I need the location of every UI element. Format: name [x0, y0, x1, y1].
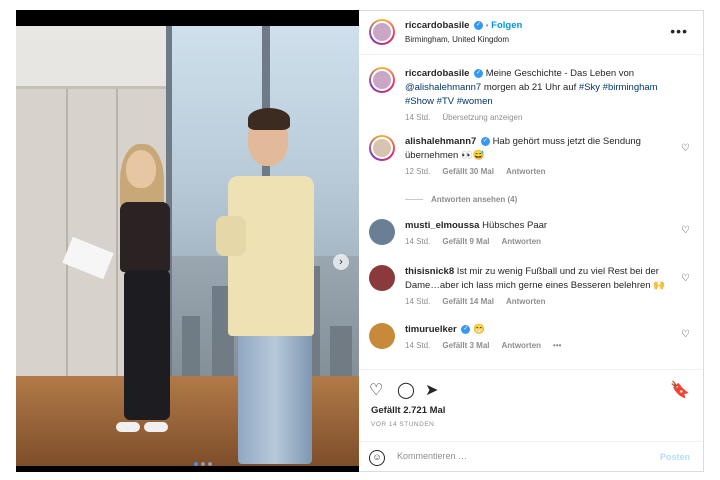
post-header: riccardobasile ✓ • Folgen Birmingham, Un… [359, 11, 702, 55]
caption-hashtags-line2[interactable]: #Show #TV #women [405, 96, 493, 107]
share-icon[interactable]: ➤ [425, 380, 438, 400]
comment-likes[interactable]: Gefällt 3 Mal [442, 341, 489, 350]
verified-icon: ✓ [474, 68, 484, 78]
caption-mention[interactable]: @alishalehmann7 [405, 82, 481, 93]
caption-avatar[interactable] [369, 67, 395, 93]
verified-icon: ✓ [480, 136, 490, 146]
comment-time: 14 Std. [405, 237, 431, 246]
comment-likes[interactable]: Gefällt 14 Mal [442, 297, 494, 306]
verified-icon: ✓ [461, 324, 471, 334]
translate-link[interactable]: Übersetzung anzeigen [442, 113, 522, 122]
caption-hashtags-line1[interactable]: #Sky #birmingham [579, 82, 658, 93]
comment-icon[interactable]: ◯ [397, 380, 415, 400]
comment-composer: ☺ Posten [359, 441, 702, 473]
header-separator: • [485, 21, 489, 30]
comment-avatar[interactable] [369, 219, 395, 245]
carousel-next-icon[interactable]: › [333, 254, 349, 270]
photo-person-man [238, 330, 312, 464]
comment-text: 😁 [473, 324, 485, 335]
comment-time: 14 Std. [405, 297, 431, 306]
photo-scene: › [16, 26, 359, 466]
carousel-dot [201, 462, 205, 466]
caption-text-after: morgen ab 21 Uhr auf [483, 82, 577, 93]
heart-icon[interactable]: ♡ [369, 380, 383, 400]
comment-more-icon[interactable]: ••• [553, 341, 561, 350]
comment-text: Hübsches Paar [482, 220, 548, 231]
comment-avatar[interactable] [369, 135, 395, 161]
reply-button[interactable]: Antworten [501, 237, 541, 246]
comment-heart-icon[interactable]: ♡ [681, 225, 690, 236]
comment-heart-icon[interactable]: ♡ [681, 273, 690, 284]
comment-avatar[interactable] [369, 323, 395, 349]
comment-username[interactable]: thisisnick8 [405, 266, 454, 277]
carousel-dot [194, 462, 198, 466]
post-location[interactable]: Birmingham, United Kingdom [405, 35, 509, 44]
comment-likes[interactable]: Gefällt 9 Mal [442, 237, 489, 246]
comment-input[interactable] [397, 451, 637, 461]
comment-heart-icon[interactable]: ♡ [681, 329, 690, 340]
post-photo[interactable]: › [16, 10, 359, 472]
comment-time: 12 Std. [405, 167, 431, 176]
follow-button[interactable]: Folgen [491, 20, 522, 31]
author-username[interactable]: riccardobasile [405, 20, 469, 31]
carousel-dot [208, 462, 212, 466]
more-horizontal-icon[interactable]: ••• [670, 23, 688, 39]
bookmark-icon[interactable]: 🔖 [670, 380, 690, 400]
post-comment-button[interactable]: Posten [660, 452, 690, 462]
post-timestamp: VOR 14 STUNDEN [371, 421, 435, 428]
caption-text: Meine Geschichte - Das Leben von [485, 68, 635, 79]
comment-time: 14 Std. [405, 341, 431, 350]
verified-icon: ✓ [474, 20, 484, 30]
comment-username[interactable]: musti_elmoussa [405, 220, 479, 231]
caption-time: 14 Std. [405, 113, 431, 122]
comment-username[interactable]: alishalehmann7 [405, 136, 476, 147]
carousel-dots [194, 462, 212, 466]
replies-divider [405, 199, 423, 201]
post-actions: ♡ ◯ ➤ 🔖 [359, 369, 702, 409]
reply-button[interactable]: Antworten [501, 341, 541, 350]
reply-button[interactable]: Antworten [506, 297, 546, 306]
comment-avatar[interactable] [369, 265, 395, 291]
author-avatar[interactable] [369, 19, 395, 45]
post-side-panel: riccardobasile ✓ • Folgen Birmingham, Un… [359, 10, 704, 472]
emoji-icon[interactable]: ☺ [369, 450, 385, 466]
comment-likes[interactable]: Gefällt 30 Mal [442, 167, 494, 176]
caption-username[interactable]: riccardobasile [405, 68, 469, 79]
likes-count[interactable]: Gefällt 2.721 Mal [371, 405, 445, 416]
comment-username[interactable]: timuruelker [405, 324, 457, 335]
view-replies-button[interactable]: Antworten ansehen (4) [405, 195, 517, 204]
comment-heart-icon[interactable]: ♡ [681, 143, 690, 154]
reply-button[interactable]: Antworten [506, 167, 546, 176]
